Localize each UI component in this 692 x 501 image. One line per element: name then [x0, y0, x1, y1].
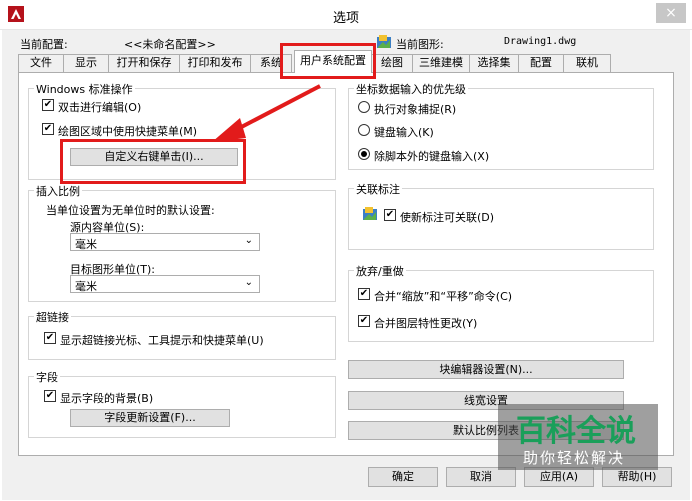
target-units-select[interactable]: 毫米 ⌄	[70, 275, 260, 293]
dbl-click-edit-label: 双击进行编辑(O)	[58, 101, 142, 114]
tab-display[interactable]: 显示	[63, 54, 109, 72]
shortcut-menu-checkbox[interactable]: ✔	[42, 123, 54, 135]
tab-online[interactable]: 联机	[563, 54, 611, 72]
annotation-arrow-icon	[212, 84, 321, 142]
hyperlink-title: 超链接	[34, 309, 71, 325]
running-osnap-label: 执行对象捕捉(R)	[374, 103, 457, 116]
combine-zoom-pan-checkbox[interactable]: ✔	[358, 288, 370, 300]
drawing-file-icon	[363, 207, 377, 220]
tab-plot-publish[interactable]: 打印和发布	[179, 54, 251, 72]
keyboard-entry-label: 键盘输入(K)	[374, 126, 434, 139]
chevron-down-icon: ⌄	[244, 277, 253, 288]
ok-button[interactable]: 确定	[368, 467, 438, 487]
windows-ops-title: Windows 标准操作	[34, 81, 135, 97]
combine-zoom-pan-label: 合并“缩放”和“平移”命令(C)	[374, 290, 513, 303]
help-button[interactable]: 帮助(H)	[602, 467, 672, 487]
field-background-label: 显示字段的背景(B)	[60, 392, 154, 405]
fields-group	[28, 376, 336, 438]
keyboard-except-scripts-radio[interactable]	[358, 148, 370, 160]
associative-dim-checkbox[interactable]: ✔	[384, 209, 396, 221]
tab-drafting[interactable]: 绘图	[371, 54, 413, 72]
drawing-file-icon	[377, 35, 391, 48]
insert-scale-desc: 当单位设置为无单位时的默认设置:	[46, 204, 215, 217]
tab-selection[interactable]: 选择集	[469, 54, 519, 72]
fields-title: 字段	[34, 369, 60, 385]
hyperlink-label: 显示超链接光标、工具提示和快捷菜单(U)	[60, 334, 264, 347]
tab-open-save[interactable]: 打开和保存	[108, 54, 180, 72]
combine-layer-changes-checkbox[interactable]: ✔	[358, 315, 370, 327]
insert-scale-title: 插入比例	[34, 183, 82, 199]
keyboard-entry-radio[interactable]	[358, 124, 370, 136]
field-update-settings-button[interactable]: 字段更新设置(F)...	[70, 409, 230, 427]
undo-redo-title: 放弃/重做	[354, 263, 406, 279]
close-button[interactable]: ×	[656, 3, 686, 23]
coord-priority-title: 坐标数据输入的优先级	[354, 81, 468, 97]
window-title: 选项	[332, 11, 359, 26]
block-editor-settings-button[interactable]: 块编辑器设置(N)...	[348, 360, 624, 379]
field-background-checkbox[interactable]: ✔	[44, 390, 56, 402]
apply-button[interactable]: 应用(A)	[524, 467, 594, 487]
current-drawing-label: 当前图形:	[396, 38, 444, 51]
assoc-dim-title: 关联标注	[354, 181, 402, 197]
target-units-value: 毫米	[75, 280, 97, 293]
running-osnap-radio[interactable]	[358, 101, 370, 113]
tab-profiles[interactable]: 配置	[518, 54, 564, 72]
tab-user-preferences[interactable]: 用户系统配置	[294, 50, 372, 73]
current-profile-value: <<未命名配置>>	[124, 38, 216, 51]
hyperlink-checkbox[interactable]: ✔	[44, 332, 56, 344]
combine-layer-changes-label: 合并图层特性更改(Y)	[374, 317, 478, 330]
current-drawing-value: Drawing1.dwg	[504, 36, 577, 47]
undo-redo-group	[348, 270, 654, 342]
source-units-value: 毫米	[75, 238, 97, 251]
dbl-click-edit-checkbox[interactable]: ✔	[42, 99, 54, 111]
associative-dim-label: 使新标注可关联(D)	[400, 211, 495, 224]
chevron-down-icon: ⌄	[244, 235, 253, 246]
watermark-title: 百科全说	[516, 414, 636, 449]
tab-3d-modeling[interactable]: 三维建模	[412, 54, 470, 72]
shortcut-menu-label: 绘图区域中使用快捷菜单(M)	[58, 125, 198, 138]
source-units-select[interactable]: 毫米 ⌄	[70, 233, 260, 251]
tab-files[interactable]: 文件	[18, 54, 64, 72]
keyboard-except-scripts-label: 除脚本外的键盘输入(X)	[374, 150, 490, 163]
current-profile-label: 当前配置:	[20, 38, 68, 51]
cancel-button[interactable]: 取消	[446, 467, 516, 487]
watermark-subtitle: 助你轻松解决	[523, 449, 626, 467]
